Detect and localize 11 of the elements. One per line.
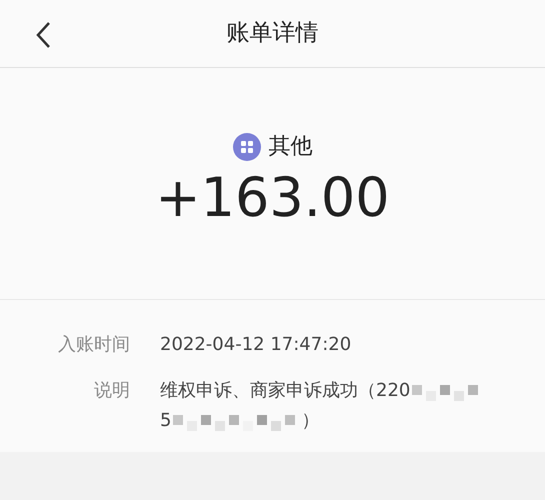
detail-label: 入账时间	[57, 333, 130, 357]
page-title: 账单详情	[226, 19, 318, 48]
detail-value: 2022-04-12 17:47:20	[160, 333, 352, 357]
detail-value: 维权申诉、商家申诉成功（220	[160, 379, 410, 403]
amount: +163.00	[155, 171, 390, 225]
detail-label: 说明	[93, 379, 130, 403]
category-icon	[232, 132, 260, 160]
detail-value: ）	[301, 409, 320, 433]
back-icon	[35, 21, 51, 49]
category-label: 其他	[268, 133, 312, 161]
detail-value: 5	[160, 409, 172, 433]
